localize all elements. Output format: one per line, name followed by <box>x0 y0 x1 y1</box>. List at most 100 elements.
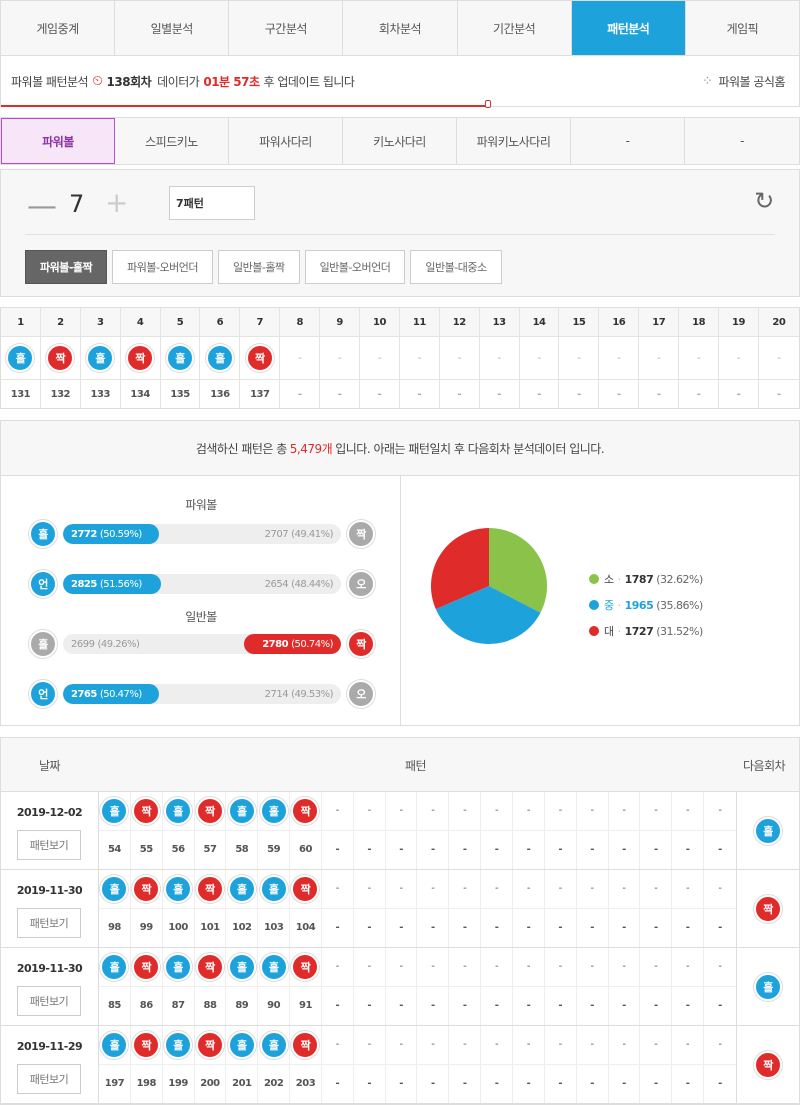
tab-4[interactable]: 기간분석 <box>458 1 572 55</box>
sub-tab-4[interactable]: 일반볼-대중소 <box>410 250 502 284</box>
empty-mark: - <box>526 883 531 895</box>
empty-mark: - <box>367 883 372 895</box>
history-result-cell: - <box>577 948 609 986</box>
result-ball: 짝 <box>132 1030 161 1059</box>
search-summary: 검색하신 패턴은 총 5,479개 입니다. 아래는 패턴일치 후 다음회차 분… <box>0 420 800 476</box>
pattern-result-cell: - <box>639 337 680 379</box>
pattern-col-header: 12 <box>440 308 480 336</box>
empty-mark: - <box>457 388 462 400</box>
tab-5[interactable]: 패턴분석 <box>571 1 686 55</box>
result-ball: 짝 <box>291 952 320 981</box>
history-result-cell: 짝 <box>290 792 322 830</box>
sub-tab-0[interactable]: 파워볼-홀짝 <box>25 250 108 284</box>
empty-mark: - <box>431 805 435 817</box>
win-value: 2765 <box>71 688 97 700</box>
game-tab-3[interactable]: 키노사다리 <box>343 118 457 164</box>
stat-other-value: 2714 (49.53%) <box>257 684 341 704</box>
increase-button[interactable]: + <box>105 188 128 218</box>
empty-mark: - <box>367 1039 372 1051</box>
empty-mark: - <box>367 805 372 817</box>
empty-mark: - <box>377 388 382 400</box>
sub-tab-2[interactable]: 일반볼-홀짝 <box>217 250 300 284</box>
history-result-cell: - <box>545 1026 577 1064</box>
empty-mark: - <box>686 883 690 895</box>
history-result-cell: - <box>417 1026 450 1064</box>
legend-percent: (31.52%) <box>656 624 703 638</box>
empty-mark: - <box>590 883 595 895</box>
pattern-count-input[interactable] <box>169 186 255 220</box>
game-tab-0[interactable]: 파워볼 <box>1 118 115 164</box>
view-pattern-button[interactable]: 패턴보기 <box>17 908 81 938</box>
game-tab-6[interactable]: - <box>685 118 799 164</box>
history-result-cell: 홀 <box>99 948 131 986</box>
empty-mark: - <box>590 805 595 817</box>
empty-mark: - <box>526 1000 531 1012</box>
tab-1[interactable]: 일별분석 <box>115 1 230 55</box>
history-round-cell: 87 <box>163 986 195 1025</box>
history-round-cell: - <box>577 1064 609 1103</box>
tab-3[interactable]: 회차분석 <box>343 1 458 55</box>
history-round-cell: - <box>449 830 482 869</box>
pattern-result-cell: 홀 <box>161 337 201 379</box>
empty-mark: - <box>654 805 658 817</box>
empty-mark: - <box>653 922 658 934</box>
game-tab-2[interactable]: 파워사다리 <box>229 118 343 164</box>
win-value: 2825 <box>71 578 97 590</box>
history-round-cell: - <box>609 986 641 1025</box>
empty-mark: - <box>617 352 621 364</box>
empty-mark: - <box>736 352 741 364</box>
pattern-header-row: 1 2 3 4 5 6 7 8 9 10 11 12 13 14 15 16 17 18 19 20 <box>1 308 799 337</box>
empty-mark: - <box>558 922 563 934</box>
clock-icon: ⏲ <box>92 73 103 89</box>
official-home-link[interactable]: ⁘ 파워볼 공식홈 <box>702 56 785 107</box>
decrease-button[interactable]: — <box>27 192 57 222</box>
sub-tab-3[interactable]: 일반볼-오버언더 <box>304 250 406 284</box>
empty-mark: - <box>494 844 499 856</box>
history-result-cell: - <box>417 792 450 830</box>
history-result-cell: - <box>545 870 577 908</box>
tab-2[interactable]: 구간분석 <box>229 1 344 55</box>
tab-0[interactable]: 게임중계 <box>1 1 116 55</box>
history-result-cell: - <box>609 948 641 986</box>
history-round-cell: 89 <box>226 986 259 1025</box>
tab-6[interactable]: 게임픽 <box>686 1 799 55</box>
sub-tab-1[interactable]: 파워볼-오버언더 <box>112 250 213 284</box>
empty-mark: - <box>696 388 701 400</box>
result-ball: 홀 <box>227 874 256 903</box>
result-ball: 홀 <box>164 1030 193 1059</box>
empty-mark: - <box>298 352 302 364</box>
pattern-col-header: 1 <box>1 308 41 336</box>
refresh-icon[interactable]: ↻ <box>749 186 779 216</box>
stat-bar-fill: 2825 (51.56%) <box>63 574 162 594</box>
empty-mark: - <box>558 883 563 895</box>
empty-mark: - <box>777 352 781 364</box>
view-pattern-button[interactable]: 패턴보기 <box>17 830 81 860</box>
view-pattern-button[interactable]: 패턴보기 <box>17 1064 81 1094</box>
game-tab-1[interactable]: 스피드키노 <box>115 118 229 164</box>
empty-mark: - <box>685 844 690 856</box>
pattern-col-header: 18 <box>679 308 720 336</box>
view-pattern-button[interactable]: 패턴보기 <box>17 986 81 1016</box>
history-result-cell: - <box>386 1026 418 1064</box>
history-round-cell: - <box>449 986 482 1025</box>
history-round-cell: - <box>704 909 736 948</box>
history-round-cell: - <box>704 831 736 870</box>
legend-percent: (35.86%) <box>656 598 703 612</box>
update-notice: 파워볼 패턴분석 ⏲ 138회차 데이터가 01분 57초 후 업데이트 됩니다… <box>0 56 800 108</box>
history-round-cell: 88 <box>195 986 227 1025</box>
game-tab-4[interactable]: 파워키노사다리 <box>457 118 571 164</box>
empty-mark: - <box>417 352 422 364</box>
result-ball: 홀 <box>227 1030 256 1059</box>
update-progress-bar <box>1 100 491 108</box>
legend-dot <box>589 574 599 584</box>
pattern-col-header: 3 <box>81 308 121 336</box>
game-tab-5[interactable]: - <box>571 118 685 164</box>
legend-value: 1727 <box>624 624 654 638</box>
pattern-round-cell: 137 <box>240 380 281 408</box>
result-ball: 짝 <box>291 1030 320 1059</box>
empty-mark: - <box>686 805 690 817</box>
history-result-cell: - <box>354 870 386 908</box>
pattern-col-header: 2 <box>41 308 81 336</box>
history-result-cell: - <box>704 792 736 830</box>
win-value: 2772 <box>71 528 97 540</box>
